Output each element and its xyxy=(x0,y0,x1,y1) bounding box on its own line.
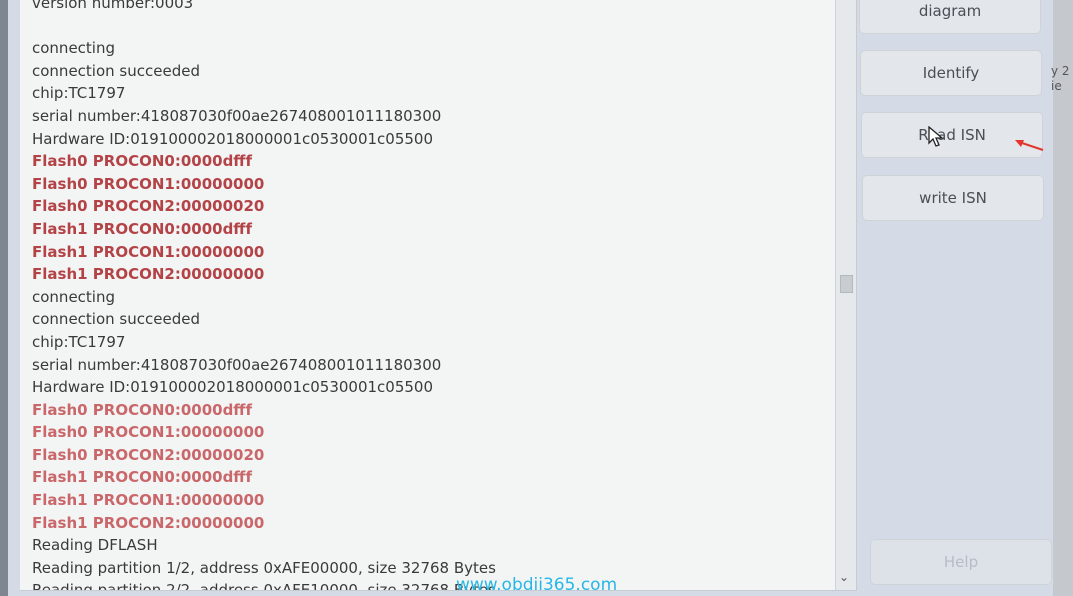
log-line: serial number:418087030f00ae267408001011… xyxy=(32,355,442,374)
log-line: connecting xyxy=(32,287,115,306)
watermark: www.obdii365.com xyxy=(456,575,618,595)
log-line: Flash0 PROCON0:0000dfff xyxy=(32,152,252,171)
log-line: Reading partition 2/2, address 0xAFE1000… xyxy=(32,581,496,591)
chevron-down-icon[interactable]: ⌄ xyxy=(839,570,849,584)
identify-button[interactable]: Identify xyxy=(860,50,1042,96)
log-line: chip:TC1797 xyxy=(32,84,126,103)
log-line: Flash0 PROCON2:00000020 xyxy=(32,197,265,216)
log-line: Flash1 PROCON2:00000000 xyxy=(32,513,265,532)
diagram-button[interactable]: diagram xyxy=(859,0,1041,34)
log-line: Flash1 PROCON0:0000dfff xyxy=(32,468,252,487)
log-line: connection succeeded xyxy=(32,61,200,80)
log-scrollbar[interactable]: ⌄ xyxy=(835,0,856,590)
log-line xyxy=(32,15,816,38)
log-line: connection succeeded xyxy=(32,310,200,329)
log-line: Flash0 PROCON0:0000dfff xyxy=(32,400,252,419)
log-line: Flash1 PROCON1:00000000 xyxy=(32,491,265,510)
background-window-text: y 2 ie xyxy=(1051,64,1070,93)
log-line: version number:0003 xyxy=(32,0,194,12)
log-line: Flash0 PROCON1:00000000 xyxy=(32,174,265,193)
log-lines: version number:0003 connecting connection … xyxy=(32,0,816,591)
log-line: Flash0 PROCON2:00000020 xyxy=(32,445,265,464)
log-line: Flash1 PROCON2:00000000 xyxy=(32,265,265,284)
log-line: Flash1 PROCON1:00000000 xyxy=(32,242,265,261)
application-window: version number:0003 connecting connection … xyxy=(8,0,1053,596)
log-line: chip:TC1797 xyxy=(32,332,126,351)
log-output-panel[interactable]: version number:0003 connecting connection … xyxy=(20,0,857,591)
log-line: serial number:418087030f00ae267408001011… xyxy=(32,106,442,125)
write-isn-button[interactable]: write ISN xyxy=(862,175,1044,221)
log-line: Flash0 PROCON1:00000000 xyxy=(32,423,265,442)
help-button[interactable]: Help xyxy=(870,539,1052,585)
log-line: Hardware ID:019100002018000001c0530001c0… xyxy=(32,129,434,148)
red-arrow-icon xyxy=(1015,140,1044,151)
log-line: Flash1 PROCON0:0000dfff xyxy=(32,219,252,238)
mouse-pointer-icon xyxy=(928,125,944,153)
log-line: Reading partition 1/2, address 0xAFE0000… xyxy=(32,558,496,577)
scrollbar-thumb[interactable] xyxy=(840,275,853,293)
log-line: Reading DFLASH xyxy=(32,536,158,555)
log-line: connecting xyxy=(32,39,115,58)
log-line: Hardware ID:019100002018000001c0530001c0… xyxy=(32,378,434,397)
